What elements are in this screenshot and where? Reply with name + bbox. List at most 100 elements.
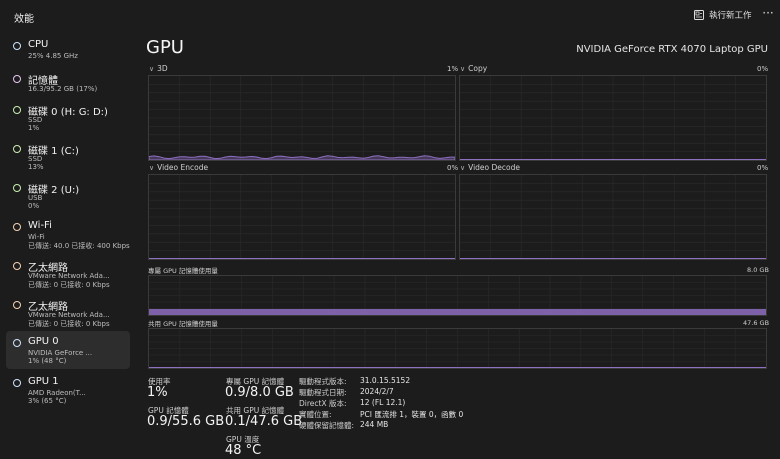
chevron-down-icon: ∨ [460,164,466,172]
graph-copy-plot [460,76,766,160]
graph-encode-plot [149,175,455,259]
sidebar-item-detail: VMware Network Ada... [28,311,110,319]
status-dot-icon [13,379,21,387]
sidebar-item-detail: SSD [28,116,43,124]
sidebar-item-detail: 13% [28,163,44,171]
graph-decode-selector[interactable]: ∨ Video Decode [460,163,520,172]
sidebar-item-ethernet-1[interactable]: 乙太網路 VMware Network Ada... 已傳送: 0 已接收: 0… [6,254,130,292]
driver-date-value: 2024/2/7 [360,387,394,396]
gpu-memory-value: 0.9/55.6 GB [147,414,225,429]
shared-memory-label: 共用 GPU 記憶體使用量 [148,320,218,328]
sidebar-item-detail: AMD Radeon(T... [28,389,86,397]
graph-shared-memory [148,328,767,369]
sidebar-item-detail: 0% [28,202,40,210]
sidebar-item-detail: 1% (48 °C) [28,357,67,365]
gpu-model-name: NVIDIA GeForce RTX 4070 Laptop GPU [576,44,768,55]
usage-series-copy [460,159,766,160]
dedicated-memory-fill [149,309,766,315]
usage-series-encode [149,258,455,259]
sidebar-item-detail: USB [28,194,43,202]
sidebar-item-disk-0[interactable]: 磁碟 0 (H: G: D:) SSD 1% [6,98,130,136]
sidebar-item-disk-1[interactable]: 磁碟 1 (C:) SSD 13% [6,137,130,175]
status-dot-icon [13,184,21,192]
grid-lines [149,329,766,368]
sidebar-item-detail: 16.3/95.2 GB (17%) [28,85,98,93]
graph-copy-selector[interactable]: ∨ Copy [460,64,487,73]
sidebar-item-disk-2[interactable]: 磁碟 2 (U:) USB 0% [6,176,130,214]
graph-decode-label: Video Decode [468,163,520,172]
sidebar-item-detail: 已傳送: 40.0 已接收: 400 Kbps [28,242,130,250]
shared-memory-max: 47.6 GB [743,319,770,327]
driver-version-key: 驅動程式版本: [299,377,347,386]
driver-date-key: 驅動程式日期: [299,388,347,397]
sidebar-item-label: Wi-Fi [28,220,52,231]
graph-decode-plot [460,175,766,259]
sidebar-item-ethernet-2[interactable]: 乙太網路 VMware Network Ada... 已傳送: 0 已接收: 0… [6,293,130,331]
chevron-down-icon: ∨ [460,65,466,73]
gpu-heading: GPU [146,37,184,58]
sidebar-item-detail: 25% 4.85 GHz [28,52,78,60]
status-dot-icon [13,75,21,83]
shared-memory-stat-value: 0.1/47.6 GB [225,414,303,429]
directx-version-value: 12 (FL 12.1) [360,398,406,407]
grid-lines [149,76,455,160]
graph-encode-selector[interactable]: ∨ Video Encode [149,163,208,172]
usage-value: 1% [147,385,168,400]
sidebar-item-detail: 已傳送: 0 已接收: 0 Kbps [28,281,110,289]
graph-video-encode [148,174,456,260]
chevron-down-icon: ∨ [149,164,155,172]
sidebar-item-detail: 已傳送: 0 已接收: 0 Kbps [28,320,110,328]
sidebar-item-label: GPU 1 [28,376,59,387]
dedicated-memory-stat-value: 0.9/8.0 GB [225,385,294,400]
run-new-task-button[interactable]: 執行新工作 [694,9,752,21]
graph-copy-percent: 0% [757,65,769,73]
graph-video-decode [459,174,767,260]
page-title: 效能 [14,14,34,25]
sidebar-item-detail: SSD [28,155,43,163]
status-dot-icon [13,339,21,347]
chevron-down-icon: ∨ [149,65,155,73]
sidebar-item-detail: Wi-Fi [28,233,45,241]
more-options-button[interactable]: ··· [760,6,776,22]
sidebar-item-gpu-0[interactable]: GPU 0 NVIDIA GeForce ... 1% (48 °C) [6,331,130,369]
sidebar: CPU 25% 4.85 GHz 記憶體 16.3/95.2 GB (17%) … [0,34,135,454]
run-task-icon [694,10,704,20]
graph-encode-percent: 0% [447,164,459,172]
status-dot-icon [13,223,21,231]
sidebar-item-label: CPU [28,39,49,50]
status-dot-icon [13,42,21,50]
status-dot-icon [13,301,21,309]
title-bar: 效能 執行新工作 ··· [0,0,780,32]
dedicated-memory-plot [149,276,766,315]
sidebar-item-gpu-1[interactable]: GPU 1 AMD Radeon(T... 3% (65 °C) [6,371,130,409]
graph-dedicated-memory [148,275,767,316]
status-dot-icon [13,145,21,153]
sidebar-item-detail: NVIDIA GeForce ... [28,349,93,357]
graph-copy-label: Copy [468,64,488,73]
status-dot-icon [13,106,21,114]
shared-memory-fill [149,367,766,368]
physical-location-value: PCI 匯流排 1，裝置 0，函數 0 [360,410,464,419]
grid-lines [460,76,766,160]
sidebar-item-detail: 3% (65 °C) [28,397,67,405]
dedicated-memory-max: 8.0 GB [747,266,769,274]
reserved-memory-key: 硬體保留記憶體: [299,421,355,430]
usage-series-decode [460,258,766,259]
graph-3d-selector[interactable]: ∨ 3D [149,64,168,73]
reserved-memory-value: 244 MB [360,420,389,429]
sidebar-item-detail: 1% [28,124,40,132]
graph-copy [459,75,767,161]
graph-3d [148,75,456,161]
sidebar-item-detail: VMware Network Ada... [28,272,110,280]
sidebar-item-wifi[interactable]: Wi-Fi Wi-Fi 已傳送: 40.0 已接收: 400 Kbps [6,215,130,253]
shared-memory-plot [149,329,766,368]
graph-3d-plot [149,76,455,160]
sidebar-item-label: GPU 0 [28,336,59,347]
graph-encode-label: Video Encode [157,163,209,172]
grid-lines [149,175,455,259]
graph-decode-percent: 0% [757,164,769,172]
grid-lines [460,175,766,259]
gpu-temp-value: 48 °C [225,443,262,458]
status-dot-icon [13,262,21,270]
dedicated-memory-label: 專屬 GPU 記憶體使用量 [148,267,218,275]
